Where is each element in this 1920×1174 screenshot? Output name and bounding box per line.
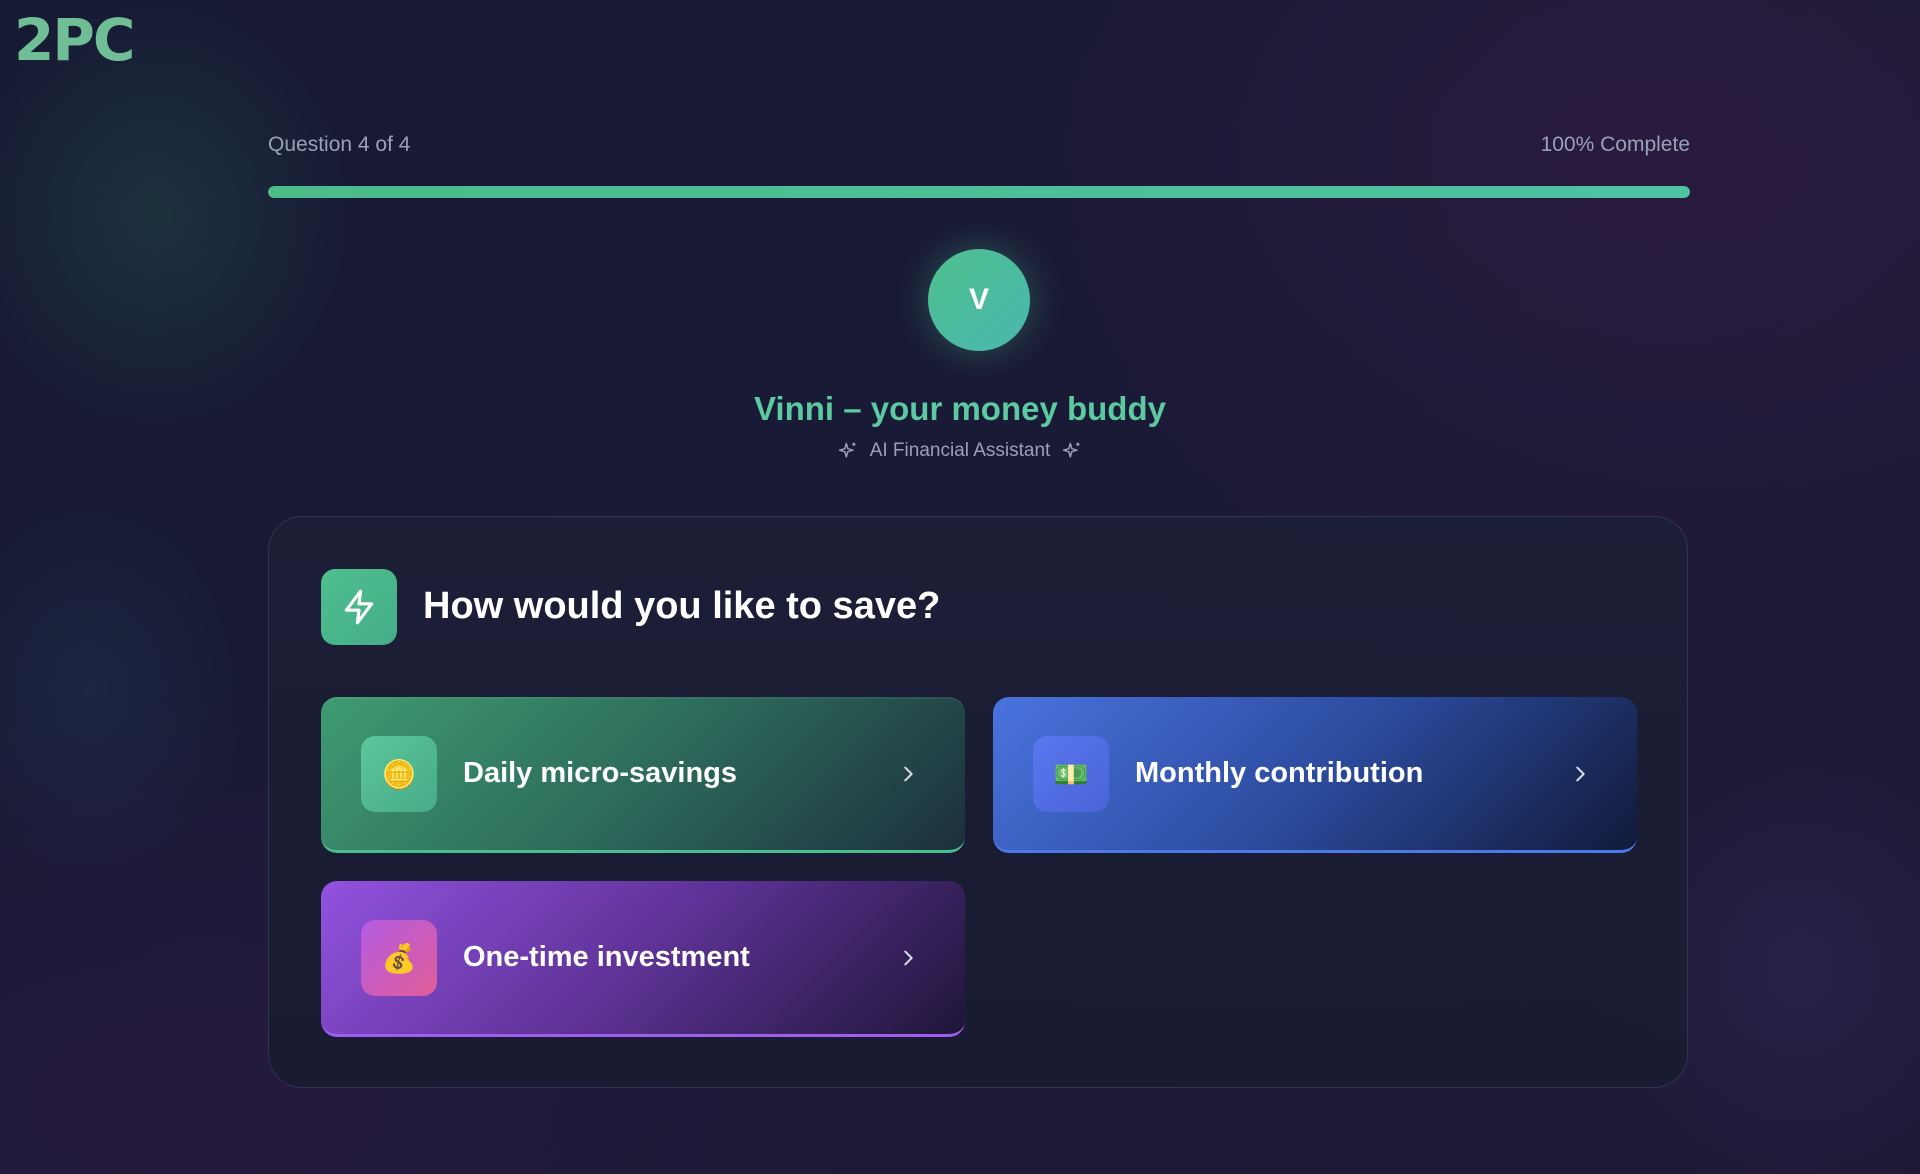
coin-icon: 🪙 xyxy=(361,736,437,812)
option-monthly-contribution[interactable]: 💵 Monthly contribution xyxy=(993,697,1637,853)
chevron-right-icon xyxy=(1576,766,1585,782)
progress-bar-fill xyxy=(268,186,1690,198)
progress-percent: 100% Complete xyxy=(1540,133,1690,156)
brand-logo[interactable]: 2PC xyxy=(14,10,210,70)
option-daily-micro-savings[interactable]: 🪙 Daily micro-savings xyxy=(321,697,965,853)
option-one-time-investment[interactable]: 💰 One-time investment xyxy=(321,881,965,1037)
progress-header: Question 4 of 4 100% Complete xyxy=(268,128,1690,162)
assistant-avatar: V xyxy=(928,249,1030,351)
banknote-icon: 💵 xyxy=(1033,736,1109,812)
chevron-right-icon xyxy=(904,950,913,966)
sparkle-icon xyxy=(838,441,858,461)
option-label: Daily micro-savings xyxy=(463,757,737,789)
progress-bar xyxy=(268,186,1690,198)
option-label: Monthly contribution xyxy=(1135,757,1424,789)
option-label: One-time investment xyxy=(463,941,750,973)
question-title: How would you like to save? xyxy=(423,585,941,627)
lightning-icon xyxy=(321,569,397,645)
logo-mark: 2PC xyxy=(14,12,135,68)
question-card: How would you like to save? 🪙 Daily micr… xyxy=(268,516,1688,1088)
avatar-letter: V xyxy=(968,283,989,316)
question-counter: Question 4 of 4 xyxy=(268,133,411,156)
chevron-right-icon xyxy=(904,766,913,782)
logo-text: 2PC xyxy=(14,12,133,68)
assistant-subtitle-row: AI Financial Assistant xyxy=(0,440,1920,462)
sparkle-icon xyxy=(1062,441,1082,461)
money-bag-icon: 💰 xyxy=(361,920,437,996)
assistant-subtitle: AI Financial Assistant xyxy=(869,440,1051,461)
assistant-name: Vinni – your money buddy xyxy=(754,390,1166,427)
